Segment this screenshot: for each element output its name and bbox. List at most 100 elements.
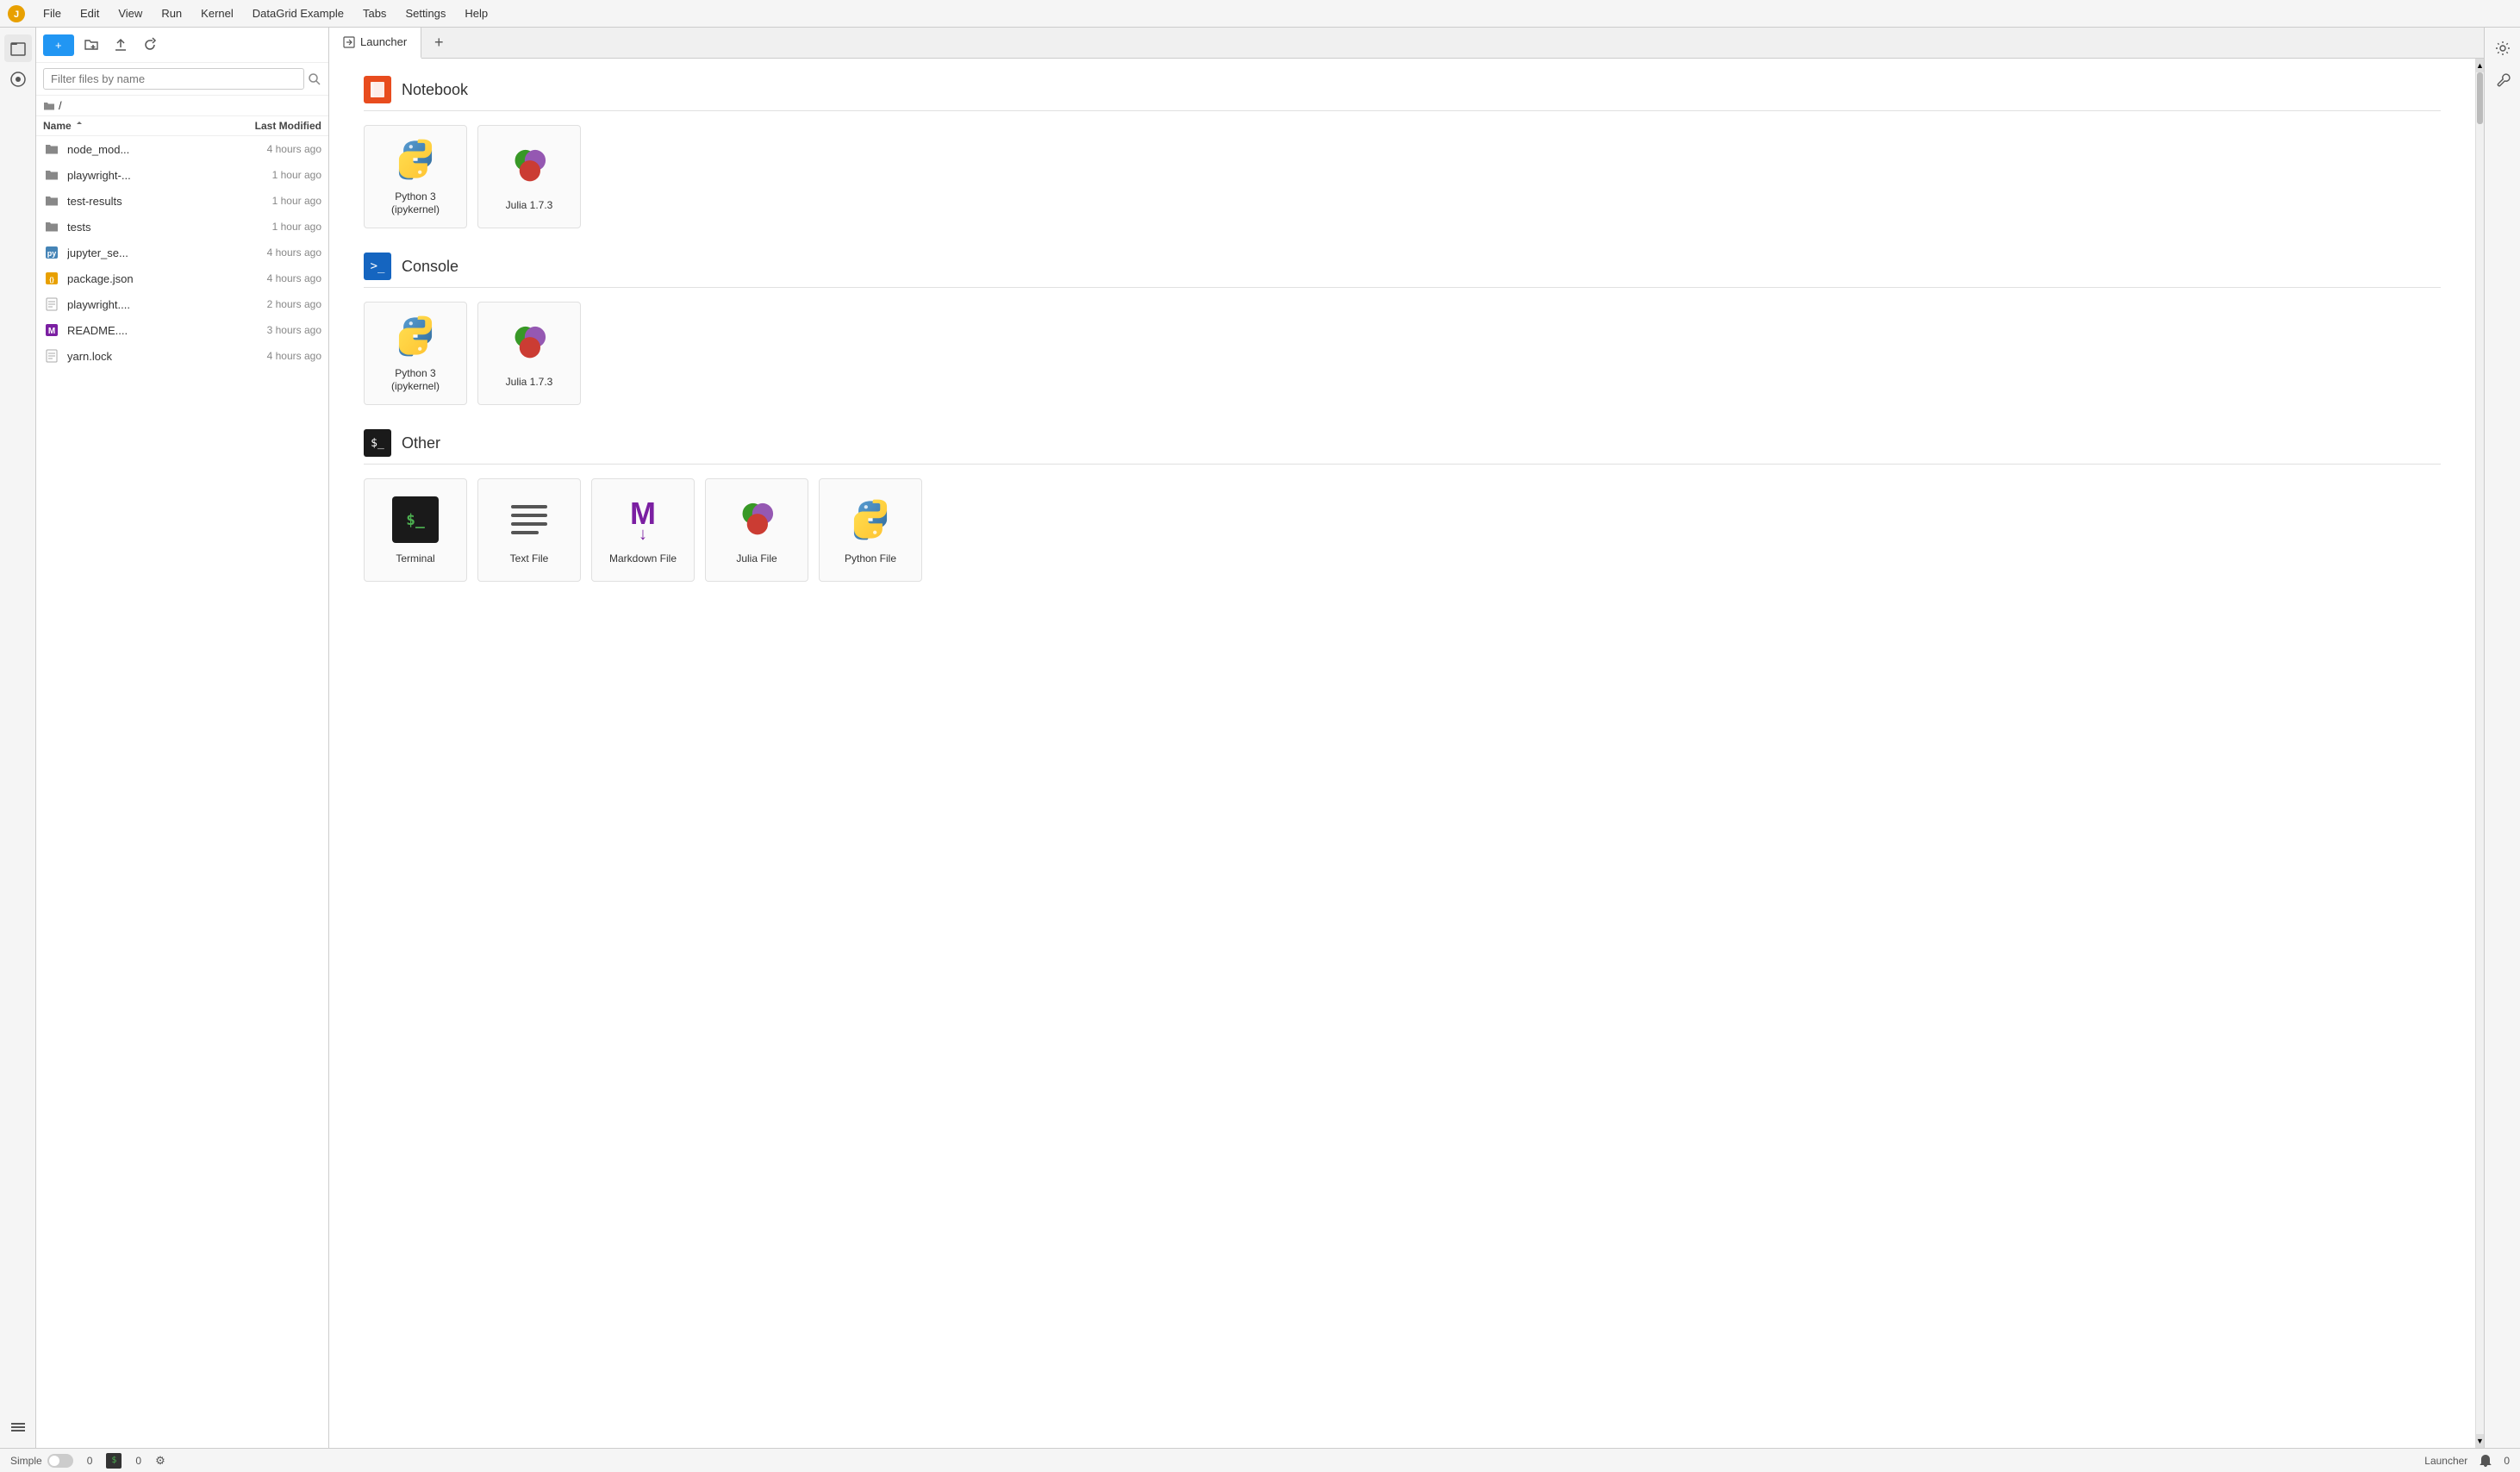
- content-area: Launcher + Notebook: [329, 28, 2484, 1448]
- modified-column-header[interactable]: Last Modified: [227, 120, 321, 132]
- new-launcher-button[interactable]: + +: [43, 34, 74, 56]
- markdown-file-icon: M ↓: [617, 494, 669, 546]
- launcher-tab[interactable]: Launcher: [329, 28, 421, 59]
- console-julia-label: Julia 1.7.3: [506, 376, 553, 390]
- julia-icon: [503, 140, 555, 192]
- console-julia-card[interactable]: Julia 1.7.3: [477, 302, 581, 405]
- scroll-down-btn[interactable]: ▼: [2476, 1434, 2484, 1448]
- markdown-file-label: Markdown File: [609, 552, 677, 566]
- mode-toggle[interactable]: Simple: [10, 1454, 73, 1468]
- notebook-section: Notebook: [364, 76, 2441, 228]
- file-list: node_mod... 4 hours ago playwright-... 1…: [36, 136, 328, 1448]
- status-bar: Simple 0 $ 0 ⚙ Launcher 0: [0, 1448, 2520, 1472]
- file-item-playwright[interactable]: playwright-... 1 hour ago: [36, 162, 328, 188]
- file-name: README....: [67, 324, 227, 337]
- wrench-panel-btn[interactable]: [2489, 65, 2517, 93]
- terminal-card[interactable]: $_ Terminal: [364, 478, 467, 582]
- new-folder-button[interactable]: [79, 33, 103, 57]
- scroll-up-btn[interactable]: ▲: [2476, 59, 2484, 72]
- file-modified: 4 hours ago: [227, 143, 321, 155]
- markdown-file-card[interactable]: M ↓ Markdown File: [591, 478, 695, 582]
- notebook-section-title: Notebook: [402, 81, 468, 99]
- python-file-label: Python File: [845, 552, 896, 566]
- menu-run[interactable]: Run: [153, 4, 190, 22]
- menubar: J File Edit View Run Kernel DataGrid Exa…: [0, 0, 2520, 28]
- text-file-label: Text File: [510, 552, 549, 566]
- file-item-playwright-config[interactable]: playwright.... 2 hours ago: [36, 291, 328, 317]
- file-name: jupyter_se...: [67, 246, 227, 259]
- status-count2: 0: [135, 1455, 141, 1467]
- lock-file-icon: [43, 347, 60, 365]
- sidebar-running-btn[interactable]: [4, 65, 32, 93]
- sort-icon: [75, 122, 84, 130]
- file-name: playwright....: [67, 298, 227, 311]
- menu-settings[interactable]: Settings: [396, 4, 454, 22]
- console-section: >_ Console: [364, 253, 2441, 405]
- sidebar-icons: [0, 28, 36, 1448]
- folder-icon: [43, 192, 60, 209]
- file-modified: 1 hour ago: [227, 169, 321, 181]
- file-item-package-json[interactable]: {} package.json 4 hours ago: [36, 265, 328, 291]
- file-name: node_mod...: [67, 143, 227, 156]
- file-item-yarn-lock[interactable]: yarn.lock 4 hours ago: [36, 343, 328, 369]
- notification-icon[interactable]: [2478, 1453, 2493, 1469]
- scroll-track: [2476, 72, 2484, 1434]
- content-scrollbar[interactable]: ▲ ▼: [2475, 59, 2484, 1448]
- file-item-jupyter[interactable]: py jupyter_se... 4 hours ago: [36, 240, 328, 265]
- file-item-test-results[interactable]: test-results 1 hour ago: [36, 188, 328, 214]
- menu-kernel[interactable]: Kernel: [192, 4, 242, 22]
- file-modified: 2 hours ago: [227, 298, 321, 310]
- sidebar-files-btn[interactable]: [4, 34, 32, 62]
- other-cards: $_ Terminal: [364, 478, 2441, 582]
- file-modified: 3 hours ago: [227, 324, 321, 336]
- file-name: tests: [67, 221, 227, 234]
- console-python3-card[interactable]: Python 3(ipykernel): [364, 302, 467, 405]
- menu-datagrid[interactable]: DataGrid Example: [244, 4, 352, 22]
- cpu-status-icon: ⚙: [155, 1454, 165, 1468]
- app-logo: J: [7, 4, 26, 23]
- name-column-header[interactable]: Name: [43, 120, 227, 132]
- terminal-label: Terminal: [396, 552, 434, 566]
- notebook-cards: Python 3(ipykernel) Julia: [364, 125, 2441, 228]
- toggle-switch[interactable]: [47, 1454, 73, 1468]
- file-item-readme[interactable]: M README.... 3 hours ago: [36, 317, 328, 343]
- file-modified: 4 hours ago: [227, 246, 321, 259]
- other-section-header: $_ Other: [364, 429, 2441, 465]
- plus-icon: +: [55, 39, 62, 52]
- menu-file[interactable]: File: [34, 4, 70, 22]
- sidebar-commands-btn[interactable]: [4, 1413, 32, 1441]
- file-name: playwright-...: [67, 169, 227, 182]
- search-input[interactable]: [43, 68, 304, 90]
- breadcrumb: /: [36, 96, 328, 116]
- file-modified: 1 hour ago: [227, 195, 321, 207]
- add-tab-button[interactable]: +: [425, 29, 452, 57]
- text-file-card[interactable]: Text File: [477, 478, 581, 582]
- python3-icon: [390, 136, 441, 184]
- scroll-thumb[interactable]: [2477, 72, 2483, 124]
- notebook-section-icon: [364, 76, 391, 103]
- menu-tabs[interactable]: Tabs: [354, 4, 395, 22]
- tab-bar: Launcher +: [329, 28, 2484, 59]
- console-python3-icon: [390, 313, 441, 360]
- file-list-header: Name Last Modified: [36, 116, 328, 136]
- notebook-python3-card[interactable]: Python 3(ipykernel): [364, 125, 467, 228]
- menu-edit[interactable]: Edit: [72, 4, 108, 22]
- status-count1: 0: [87, 1455, 93, 1467]
- svg-text:M: M: [48, 327, 55, 336]
- settings-panel-btn[interactable]: [2489, 34, 2517, 62]
- python-file-card[interactable]: Python File: [819, 478, 922, 582]
- svg-text:py: py: [47, 249, 57, 258]
- file-name: yarn.lock: [67, 350, 227, 363]
- file-item-node-modules[interactable]: node_mod... 4 hours ago: [36, 136, 328, 162]
- menu-view[interactable]: View: [109, 4, 151, 22]
- file-item-tests[interactable]: tests 1 hour ago: [36, 214, 328, 240]
- notebook-python3-label: Python 3(ipykernel): [391, 190, 440, 217]
- file-modified: 1 hour ago: [227, 221, 321, 233]
- julia-file-label: Julia File: [736, 552, 777, 566]
- menu-help[interactable]: Help: [456, 4, 496, 22]
- upload-button[interactable]: [109, 33, 133, 57]
- julia-file-card[interactable]: Julia File: [705, 478, 808, 582]
- notebook-julia-card[interactable]: Julia 1.7.3: [477, 125, 581, 228]
- console-julia-icon: [503, 317, 555, 369]
- refresh-button[interactable]: [138, 33, 162, 57]
